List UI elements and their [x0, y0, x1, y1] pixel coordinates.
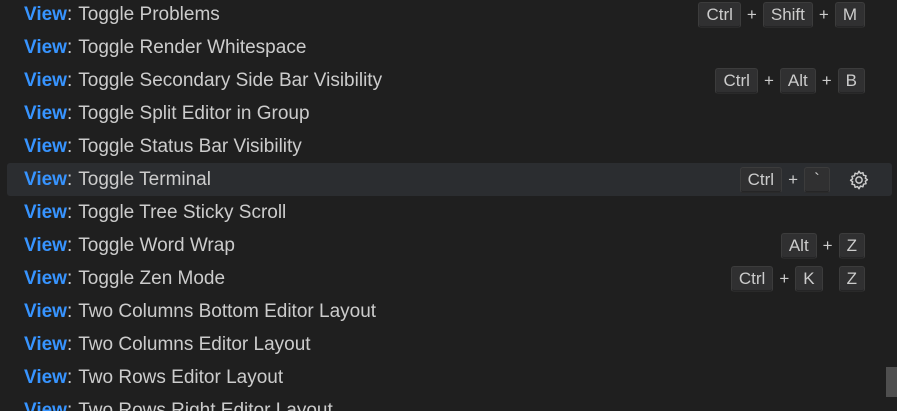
- command-category: View: [24, 102, 67, 124]
- keycap: Ctrl: [739, 166, 783, 193]
- command-item[interactable]: View: Two Columns Bottom Editor Layout: [7, 295, 892, 328]
- category-separator: :: [66, 267, 73, 289]
- command-item[interactable]: View: Toggle Tree Sticky Scroll: [7, 196, 892, 229]
- keycap: Alt: [780, 232, 817, 259]
- keybinding: Ctrl + K Z: [730, 262, 865, 295]
- command-category: View: [24, 3, 67, 25]
- command-item[interactable]: View: Toggle Status Bar Visibility: [7, 130, 892, 163]
- command-item[interactable]: View: Toggle Word Wrap Alt + Z: [7, 229, 892, 262]
- command-item[interactable]: View: Toggle Zen Mode Ctrl + K Z: [7, 262, 892, 295]
- keycap: Ctrl: [698, 1, 741, 28]
- command-category: View: [24, 135, 67, 157]
- command-category: View: [24, 267, 67, 289]
- command-item[interactable]: View: Two Rows Right Editor Layout: [7, 394, 892, 411]
- category-separator: :: [66, 366, 73, 388]
- command-label: Two Columns Bottom Editor Layout: [78, 300, 377, 322]
- command-label: Two Columns Editor Layout: [78, 333, 311, 355]
- keybinding: Ctrl + `: [739, 163, 830, 196]
- command-label: Toggle Secondary Side Bar Visibility: [78, 69, 383, 91]
- command-label: Toggle Zen Mode: [78, 267, 226, 289]
- gear-icon[interactable]: [848, 169, 870, 191]
- keycap: Ctrl: [715, 67, 758, 94]
- category-separator: :: [66, 135, 73, 157]
- category-separator: :: [66, 102, 73, 124]
- category-separator: :: [66, 69, 73, 91]
- category-separator: :: [66, 168, 73, 190]
- keycap: M: [834, 1, 865, 28]
- category-separator: :: [66, 300, 73, 322]
- command-category: View: [24, 168, 67, 190]
- command-category: View: [24, 333, 67, 355]
- key-joiner: +: [746, 4, 757, 24]
- keybinding: Alt + Z: [780, 229, 865, 262]
- command-item[interactable]: View: Two Columns Editor Layout: [7, 328, 892, 361]
- command-category: View: [24, 201, 67, 223]
- command-label: Toggle Problems: [78, 3, 220, 25]
- key-joiner: +: [788, 169, 798, 189]
- command-category: View: [24, 234, 67, 256]
- scrollbar-thumb[interactable]: [886, 367, 897, 397]
- keycap: K: [795, 265, 823, 292]
- keycap: `: [804, 166, 830, 193]
- key-joiner: +: [821, 70, 832, 90]
- scrollbar[interactable]: [885, 0, 897, 411]
- command-category: View: [24, 300, 67, 322]
- command-category: View: [24, 69, 67, 91]
- category-separator: :: [66, 399, 73, 411]
- command-item[interactable]: View: Two Rows Editor Layout: [7, 361, 892, 394]
- command-label: Two Rows Editor Layout: [78, 366, 284, 388]
- key-joiner: +: [822, 235, 833, 255]
- command-label: Toggle Tree Sticky Scroll: [78, 201, 287, 223]
- key-joiner: +: [763, 70, 774, 90]
- command-label: Two Rows Right Editor Layout: [78, 399, 333, 411]
- category-separator: :: [66, 333, 73, 355]
- command-category: View: [24, 399, 67, 411]
- keycap: B: [837, 67, 865, 94]
- command-category: View: [24, 36, 67, 58]
- keybinding: Ctrl + Alt + B: [715, 64, 865, 97]
- keycap: Z: [838, 232, 865, 259]
- command-item[interactable]: View: Toggle Problems Ctrl + Shift + M: [7, 0, 892, 31]
- keycap: Alt: [779, 67, 816, 94]
- keycap: Ctrl: [730, 265, 774, 292]
- command-label: Toggle Terminal: [78, 168, 211, 190]
- command-list: View: Toggle Problems Ctrl + Shift + M View: Tog…: [7, 0, 892, 411]
- command-item[interactable]: View: Toggle Terminal Ctrl + `: [7, 163, 892, 196]
- command-label: Toggle Status Bar Visibility: [78, 135, 302, 157]
- command-item[interactable]: View: Toggle Secondary Side Bar Visibilit…: [7, 64, 892, 97]
- keycap: Z: [838, 265, 865, 292]
- key-joiner: +: [818, 4, 829, 24]
- category-separator: :: [66, 234, 73, 256]
- category-separator: :: [66, 201, 73, 223]
- keycap: Shift: [762, 1, 813, 28]
- command-item[interactable]: View: Toggle Render Whitespace: [7, 31, 892, 64]
- keybinding: Ctrl + Shift + M: [698, 0, 865, 31]
- command-label: Toggle Split Editor in Group: [78, 102, 310, 124]
- category-separator: :: [66, 3, 73, 25]
- key-joiner: +: [779, 268, 790, 288]
- command-label: Toggle Render Whitespace: [78, 36, 307, 58]
- command-palette-list: View: Toggle Problems Ctrl + Shift + M View: Tog…: [0, 0, 897, 411]
- command-category: View: [24, 366, 67, 388]
- category-separator: :: [66, 36, 73, 58]
- command-label: Toggle Word Wrap: [78, 234, 235, 256]
- command-item[interactable]: View: Toggle Split Editor in Group: [7, 97, 892, 130]
